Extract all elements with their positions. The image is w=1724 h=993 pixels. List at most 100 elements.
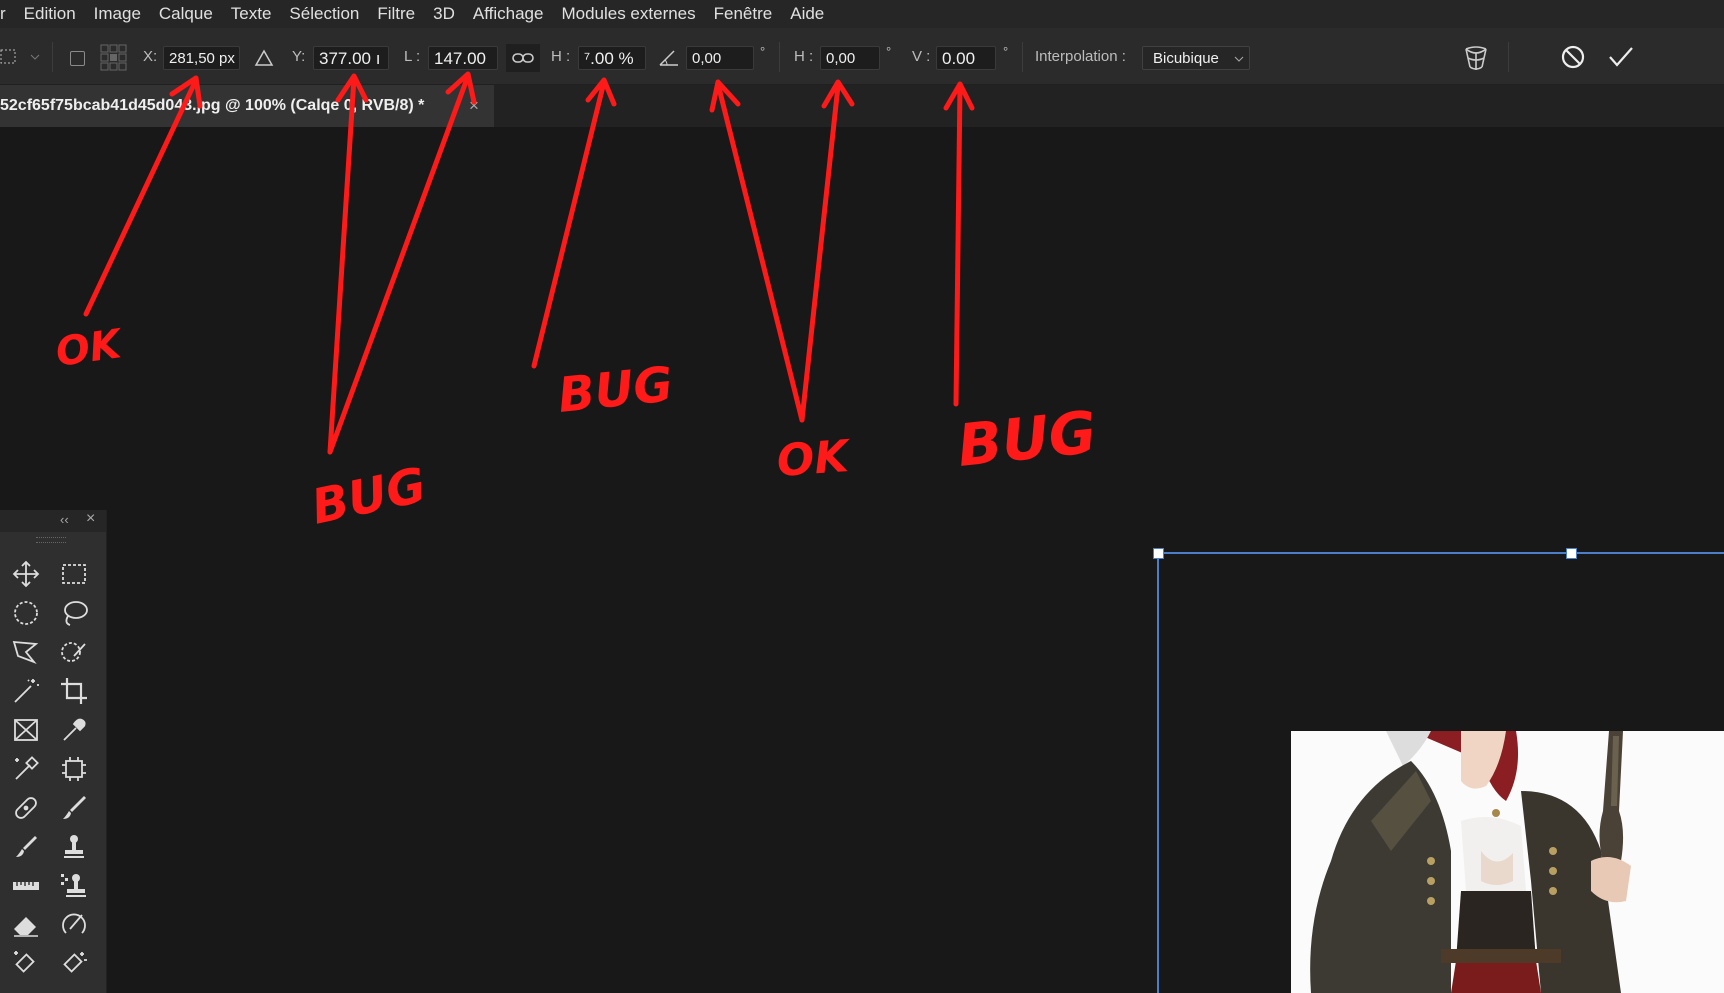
- skew-h-label: H :: [794, 48, 814, 65]
- eraser-tool[interactable]: [10, 909, 42, 941]
- brush-tool[interactable]: [58, 792, 90, 824]
- menu-item-image[interactable]: Image: [85, 0, 150, 28]
- document-tab-title: 52cf65f75bcab41d45d0​43.jpg @ 100% (Calq…: [0, 97, 425, 114]
- eyedropper-icon: [63, 718, 86, 741]
- menu-item-selection[interactable]: Sélection: [280, 0, 368, 28]
- arrow-to-rotation-field: [709, 79, 805, 423]
- delta-icon[interactable]: [254, 48, 274, 68]
- transform-handle-top-left[interactable]: [1153, 548, 1164, 559]
- sparkle-icon: [63, 952, 87, 973]
- warp-icon[interactable]: [1460, 43, 1492, 73]
- y-position-field[interactable]: 377.00 ı: [313, 46, 389, 70]
- artboard-tool[interactable]: [58, 753, 90, 785]
- interpolation-select[interactable]: Bicubique: [1142, 46, 1250, 70]
- options-bar: X: 281,50 px Y: 377.00 ı L : 147.00 H : …: [0, 28, 1724, 85]
- menu-item-fenetre[interactable]: Fenêtre: [705, 0, 782, 28]
- skew-v-label: V :: [912, 48, 931, 65]
- magic-wand-icon: [14, 679, 39, 703]
- clone-stamp-tool[interactable]: [58, 831, 90, 863]
- document-tab-bar: 52cf65f75bcab41d45d0​43.jpg @ 100% (Calq…: [0, 85, 1724, 127]
- menu-item-3d[interactable]: 3D: [424, 0, 464, 28]
- link-icon[interactable]: [506, 44, 540, 72]
- artboard-icon: [62, 757, 86, 781]
- transform-bounding-top-edge[interactable]: [1158, 552, 1724, 554]
- menu-item-texte[interactable]: Texte: [222, 0, 281, 28]
- ruler-icon: [13, 882, 39, 890]
- lasso-tool[interactable]: [58, 597, 90, 629]
- document-tab[interactable]: 52cf65f75bcab41d45d0​43.jpg @ 100% (Calq…: [0, 85, 494, 127]
- skew-h-field[interactable]: 0,00: [820, 46, 880, 70]
- remove-tool-icon: [14, 951, 35, 973]
- degree-symbol: °: [1003, 44, 1009, 59]
- quick-selection-tool[interactable]: [58, 636, 90, 668]
- y-label: Y:: [292, 48, 306, 65]
- transform-bounding-left-edge[interactable]: [1157, 552, 1159, 993]
- frame-tool[interactable]: [10, 714, 42, 746]
- menu-item-calque[interactable]: Calque: [150, 0, 222, 28]
- marquee-icon[interactable]: [0, 48, 18, 66]
- menu-item-filtre[interactable]: Filtre: [368, 0, 424, 28]
- check-icon[interactable]: [1607, 44, 1635, 70]
- degree-symbol: °: [760, 44, 766, 59]
- panel-grip[interactable]: [36, 537, 66, 543]
- annotation-bug-1: BUG: [307, 457, 431, 536]
- arrow-to-skew-v-field: [943, 81, 975, 407]
- width-label: L :: [404, 48, 421, 65]
- pattern-stamp-tool[interactable]: [58, 870, 90, 902]
- character-illustration: [1291, 731, 1724, 993]
- quick-selection-icon: [61, 642, 86, 662]
- layer-image[interactable]: [1291, 731, 1724, 993]
- collapse-icon[interactable]: ‹‹: [60, 512, 69, 527]
- arrow-to-y-field: [327, 73, 369, 455]
- bandage-icon: [15, 797, 37, 819]
- degree-symbol: °: [886, 44, 892, 59]
- cancel-icon[interactable]: [1560, 44, 1586, 70]
- ruler-tool[interactable]: [10, 870, 42, 902]
- annotation-bug-2: BUG: [555, 356, 675, 424]
- polygonal-lasso-icon: [12, 640, 39, 664]
- crop-icon: [61, 678, 87, 704]
- close-icon[interactable]: ×: [469, 85, 479, 127]
- pattern-stamp-icon: [61, 874, 86, 897]
- frame-icon: [14, 719, 38, 741]
- menu-item-edition[interactable]: Edition: [15, 0, 85, 28]
- crop-tool[interactable]: [58, 675, 90, 707]
- tools-panel-header: ‹‹ ×: [0, 510, 106, 532]
- arrow-to-skew-h-field: [799, 79, 855, 423]
- reference-point-icon[interactable]: [99, 43, 129, 73]
- mixer-brush-icon: [16, 836, 37, 857]
- sharpen-tool[interactable]: [10, 948, 42, 980]
- interpolation-value: Bicubique: [1153, 50, 1219, 67]
- stamp-icon: [64, 835, 84, 858]
- width-field[interactable]: 147.00: [428, 46, 498, 70]
- menu-item-affichage[interactable]: Affichage: [464, 0, 553, 28]
- content-aware-tool[interactable]: [58, 948, 90, 980]
- skew-v-field[interactable]: 0.00: [936, 46, 996, 70]
- x-position-field[interactable]: 281,50 px: [163, 46, 240, 70]
- tools-panel: ‹‹ ×: [0, 510, 107, 993]
- menu-item-file[interactable]: r: [0, 0, 15, 28]
- eyedropper-tool[interactable]: [58, 714, 90, 746]
- history-brush-tool[interactable]: [58, 909, 90, 941]
- height-field[interactable]: ⁷.00 %: [578, 46, 646, 70]
- move-tool[interactable]: [10, 558, 42, 590]
- elliptical-marquee-tool[interactable]: [10, 597, 42, 629]
- history-brush-icon: [62, 913, 86, 934]
- mixer-brush-tool[interactable]: [10, 831, 42, 863]
- menu-item-modules[interactable]: Modules externes: [552, 0, 704, 28]
- annotation-ok-2: OK: [775, 431, 853, 487]
- chevron-down-icon[interactable]: [30, 52, 40, 62]
- rectangular-marquee-tool[interactable]: [58, 558, 90, 590]
- healing-brush-tool[interactable]: [10, 792, 42, 824]
- magic-wand-tool[interactable]: [10, 675, 42, 707]
- reference-point-checkbox[interactable]: [70, 51, 85, 66]
- polygonal-lasso-tool[interactable]: [10, 636, 42, 668]
- menu-item-aide[interactable]: Aide: [781, 0, 833, 28]
- rotation-field[interactable]: 0,00: [686, 46, 754, 70]
- move-icon: [12, 560, 40, 588]
- brush-icon: [63, 796, 86, 819]
- spot-healing-brush-tool[interactable]: [10, 753, 42, 785]
- height-label: H :: [551, 48, 571, 65]
- transform-handle-top-center[interactable]: [1566, 548, 1577, 559]
- close-icon[interactable]: ×: [86, 510, 95, 528]
